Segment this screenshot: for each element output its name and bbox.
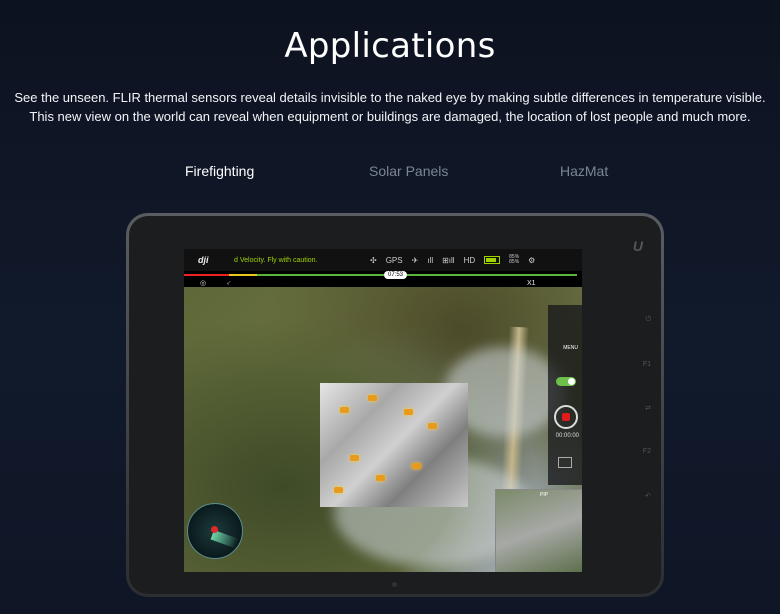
- gps-label: GPS: [385, 255, 403, 265]
- switch-button-icon[interactable]: ⇄: [645, 404, 651, 412]
- flight-progress-bar: 07:53: [184, 271, 582, 279]
- battery-percent-bottom: 85%: [509, 259, 520, 265]
- hotspot: [334, 487, 343, 493]
- settings-gear-icon[interactable]: ⚙: [528, 256, 535, 265]
- pip-camera-view[interactable]: PIP: [495, 489, 582, 572]
- description-line-1: See the unseen. FLIR thermal sensors rev…: [14, 90, 766, 105]
- home-button[interactable]: [392, 582, 397, 587]
- page-title: Applications: [284, 26, 496, 66]
- status-icons: ✣ GPS ✈ ıll ⊞ıll HD 85% 85% ⚙: [370, 255, 535, 265]
- hotspot: [340, 407, 349, 413]
- progress-yellow-segment: [229, 274, 257, 276]
- aircraft-icon: ✈: [411, 255, 419, 265]
- thermal-building: [320, 383, 468, 507]
- remote-icon: ⊞ıll: [442, 255, 455, 265]
- aircraft-position-icon: [211, 526, 218, 533]
- f2-button[interactable]: F2: [643, 448, 651, 455]
- hotspot: [404, 409, 413, 415]
- left-indicators: ◎ ⸔: [184, 279, 244, 289]
- page-description: See the unseen. FLIR thermal sensors rev…: [0, 88, 780, 126]
- back-button-icon[interactable]: ↶: [645, 492, 651, 500]
- drone-icon: ✣: [370, 255, 377, 265]
- signal-icon: ıll: [427, 255, 434, 265]
- hotspot: [412, 463, 421, 469]
- hd-label: HD: [463, 255, 476, 265]
- tab-firefighting[interactable]: Firefighting: [185, 163, 254, 179]
- battery-icon: [484, 256, 501, 264]
- playback-icon[interactable]: [558, 457, 572, 468]
- hotspot: [428, 423, 437, 429]
- radar-widget: [187, 503, 243, 559]
- brand-mark: U: [632, 238, 643, 254]
- camera-control-panel: MENU 00:00:00: [548, 305, 582, 485]
- camera-mode-icon[interactable]: ◎: [200, 279, 206, 287]
- record-time: 00:00:00: [555, 433, 579, 439]
- tablet-bezel: U ⏻ F1 ⇄ F2 ↶ dji d Velocity. Fly with c…: [129, 216, 661, 594]
- hotspot: [376, 475, 385, 481]
- pitch-icon: ⸔: [226, 280, 232, 287]
- dji-logo: dji: [198, 255, 209, 265]
- flight-time: 07:53: [384, 271, 408, 279]
- hotspot: [368, 395, 377, 401]
- tab-hazmat[interactable]: HazMat: [560, 163, 608, 179]
- pip-label: PIP: [540, 492, 549, 498]
- status-message: d Velocity. Fly with caution.: [234, 256, 318, 264]
- photo-video-toggle[interactable]: [556, 377, 576, 386]
- tablet-screen: dji d Velocity. Fly with caution. ✣ GPS …: [184, 249, 582, 572]
- power-button-icon[interactable]: ⏻: [645, 316, 651, 324]
- zoom-level: X1: [527, 280, 536, 287]
- hotspot: [350, 455, 359, 461]
- progress-green-segment: [257, 274, 577, 276]
- tablet-device: U ⏻ F1 ⇄ F2 ↶ dji d Velocity. Fly with c…: [126, 213, 664, 597]
- f1-button[interactable]: F1: [643, 361, 651, 368]
- menu-button[interactable]: MENU: [563, 345, 578, 351]
- record-button[interactable]: [554, 405, 578, 429]
- progress-red-segment: [184, 274, 229, 276]
- tab-solar-panels[interactable]: Solar Panels: [369, 163, 448, 179]
- application-tabs: Firefighting Solar Panels HazMat: [0, 163, 780, 183]
- app-top-bar: dji d Velocity. Fly with caution. ✣ GPS …: [184, 249, 582, 271]
- description-line-2: This new view on the world can reveal wh…: [29, 109, 751, 124]
